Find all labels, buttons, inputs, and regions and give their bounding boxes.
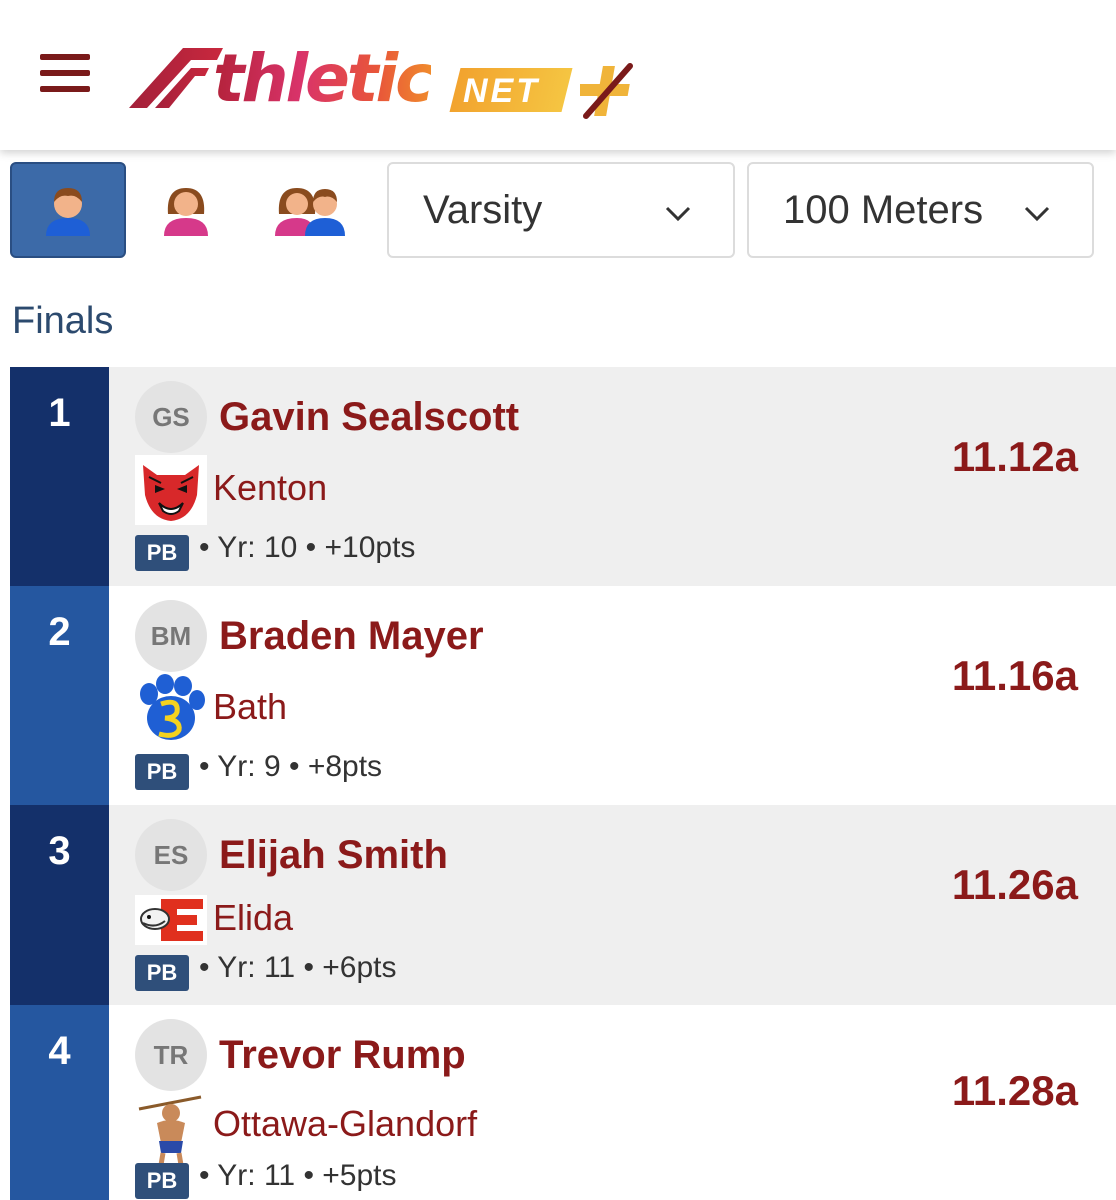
event-select[interactable]: 100 Meters (747, 162, 1094, 258)
result-mark[interactable]: 11.28a (952, 1067, 1078, 1115)
athlete-meta: • Yr: 10 • +10pts (199, 531, 416, 564)
result-body: BM Braden Mayer Bath PB • Yr: 9 • +8pts … (109, 586, 1116, 805)
pb-badge: PB (135, 955, 189, 991)
section-title: Finals (12, 300, 114, 342)
menu-icon[interactable] (40, 54, 92, 94)
result-row[interactable]: 4 TR Trevor Rump Ottawa-Glandorf PB • Yr… (10, 1005, 1116, 1200)
place-number: 3 (48, 829, 71, 873)
app-header: thletic NET (0, 0, 1116, 150)
athlete-name-link[interactable]: Trevor Rump (219, 1033, 466, 1078)
pb-badge: PB (135, 754, 189, 790)
place-cell: 1 (10, 367, 109, 586)
avatar: GS (135, 381, 207, 453)
chevron-down-icon (1024, 206, 1050, 222)
place-cell: 3 (10, 805, 109, 1005)
gender-both-button[interactable] (252, 162, 368, 258)
place-number: 2 (48, 610, 71, 654)
avatar: TR (135, 1019, 207, 1091)
chevron-down-icon (665, 206, 691, 222)
division-select[interactable]: Varsity (387, 162, 735, 258)
logo-mark-icon (129, 48, 223, 108)
logo-net-text: NET (463, 72, 540, 110)
place-number: 1 (48, 391, 71, 435)
logo-wordmark: thletic (213, 40, 434, 117)
result-row[interactable]: 2 BM Braden Mayer Bath PB • Yr: 9 • +8pt… (10, 586, 1116, 805)
titan-team-logo-icon (138, 1095, 202, 1165)
athlete-name-link[interactable]: Elijah Smith (219, 833, 448, 878)
wildcat-team-logo-icon (135, 455, 207, 525)
gender-boys-button[interactable] (10, 162, 126, 258)
plus-icon (580, 63, 633, 119)
result-row[interactable]: 1 GS Gavin Sealscott Kenton PB • Yr: 10 … (10, 367, 1116, 586)
result-body: ES Elijah Smith Elida PB • Yr: 11 • +6pt… (109, 805, 1116, 1005)
team-name-link[interactable]: Kenton (213, 467, 327, 509)
boy-icon (46, 188, 90, 236)
both-genders-icon (275, 188, 345, 236)
athlete-meta: • Yr: 9 • +8pts (199, 750, 383, 783)
athlete-name-link[interactable]: Gavin Sealscott (219, 395, 519, 440)
result-body: TR Trevor Rump Ottawa-Glandorf PB • Yr: … (109, 1005, 1116, 1200)
bulldog-e-team-logo-icon (135, 895, 207, 945)
division-select-value: Varsity (423, 188, 543, 232)
athlete-meta: • Yr: 11 • +5pts (199, 1159, 397, 1192)
pb-badge: PB (135, 1163, 189, 1199)
result-mark[interactable]: 11.26a (952, 861, 1078, 909)
athlete-meta: • Yr: 11 • +6pts (199, 951, 397, 984)
athlete-name-link[interactable]: Braden Mayer (219, 614, 484, 659)
result-mark[interactable]: 11.12a (952, 433, 1078, 481)
event-select-value: 100 Meters (783, 188, 984, 232)
result-row[interactable]: 3 ES Elijah Smith Elida PB • Yr: 11 • +6… (10, 805, 1116, 1005)
gender-girls-button[interactable] (128, 162, 244, 258)
avatar: ES (135, 819, 207, 891)
result-body: GS Gavin Sealscott Kenton PB • Yr: 10 • … (109, 367, 1116, 586)
avatar: BM (135, 600, 207, 672)
paw-team-logo-icon (140, 674, 205, 740)
athleticnet-logo[interactable]: thletic NET (125, 40, 645, 120)
place-cell: 2 (10, 586, 109, 805)
pb-badge: PB (135, 535, 189, 571)
team-name-link[interactable]: Elida (213, 897, 293, 939)
result-mark[interactable]: 11.16a (952, 652, 1078, 700)
team-name-link[interactable]: Ottawa-Glandorf (213, 1103, 477, 1145)
place-number: 4 (48, 1029, 71, 1073)
girl-icon (164, 188, 208, 236)
place-cell: 4 (10, 1005, 109, 1200)
team-name-link[interactable]: Bath (213, 686, 287, 728)
